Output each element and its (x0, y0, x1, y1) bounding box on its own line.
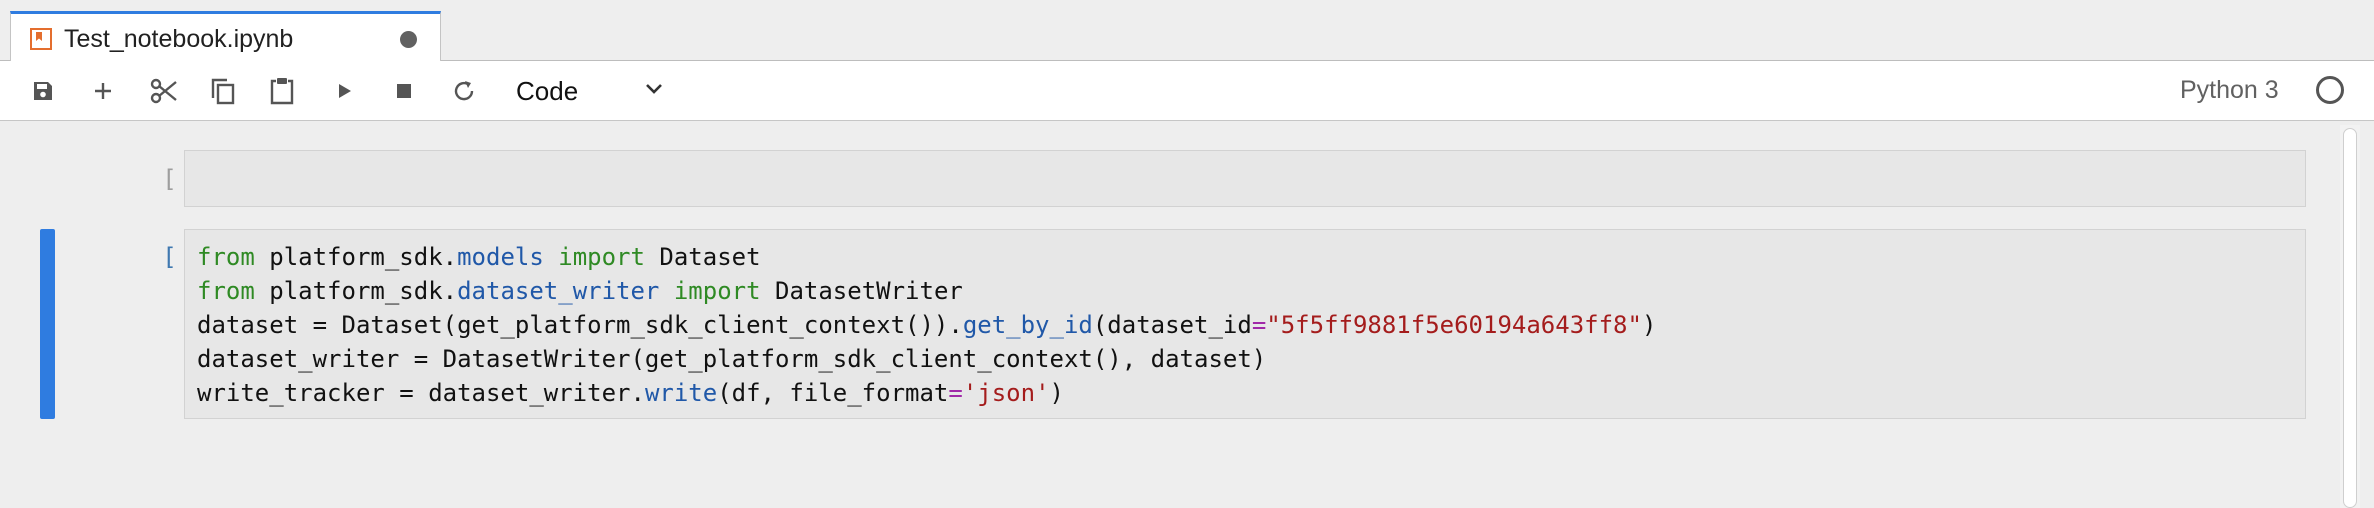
tab-title: Test_notebook.ipynb (64, 25, 294, 53)
play-icon (339, 84, 351, 98)
paste-button[interactable] (264, 73, 300, 109)
scissors-icon (150, 78, 177, 104)
refresh-icon (454, 81, 474, 101)
save-button[interactable] (25, 73, 61, 109)
code-block[interactable]: from platform_sdk.models import Dataset … (197, 240, 1656, 410)
unsaved-dot-icon[interactable] (400, 31, 417, 48)
restart-button[interactable] (446, 73, 482, 109)
cell-type-label: Code (516, 76, 579, 106)
chevron-down-icon (644, 82, 664, 101)
interrupt-button[interactable] (386, 73, 422, 109)
code-line-1: from platform_sdk.models import Dataset (197, 243, 761, 271)
cell-editor[interactable]: from platform_sdk.models import Dataset … (184, 229, 2306, 419)
notebook-panel: [ ]: [ ]: from platform_sdk.models impor… (0, 121, 2374, 508)
copy-button[interactable] (205, 73, 241, 109)
plus-icon (95, 83, 111, 99)
kernel-idle-circle-icon (2316, 76, 2344, 104)
code-line-2: from platform_sdk.dataset_writer import … (197, 277, 963, 305)
save-icon (34, 82, 52, 100)
stop-icon (397, 84, 411, 98)
copy-icon (211, 78, 235, 105)
kernel-name[interactable]: Python 3 (2180, 76, 2279, 105)
code-line-5: write_tracker = dataset_writer.write(df,… (197, 379, 1064, 407)
cell-type-dropdown[interactable]: Code (506, 70, 672, 110)
code-line-4: dataset_writer = DatasetWriter(get_platf… (197, 345, 1267, 373)
code-line-3: dataset = Dataset(get_platform_sdk_clien… (197, 311, 1657, 339)
code-cell[interactable]: [ ]: (40, 150, 2306, 208)
cell-collapser[interactable] (40, 229, 55, 419)
cut-button[interactable] (146, 73, 182, 109)
notebook-toolbar: Code Python 3 (0, 61, 2374, 121)
scrollbar-thumb[interactable] (2343, 128, 2357, 508)
tab-bar: Test_notebook.ipynb (0, 0, 2374, 62)
cell-editor[interactable] (184, 150, 2306, 207)
notebook-tab[interactable]: Test_notebook.ipynb (10, 11, 441, 62)
clipboard-icon (270, 78, 294, 105)
run-button[interactable] (326, 73, 362, 109)
code-cell-active[interactable]: [ ]: from platform_sdk.models import Dat… (40, 229, 2306, 419)
notebook-icon (30, 28, 52, 50)
insert-cell-button[interactable] (85, 73, 121, 109)
